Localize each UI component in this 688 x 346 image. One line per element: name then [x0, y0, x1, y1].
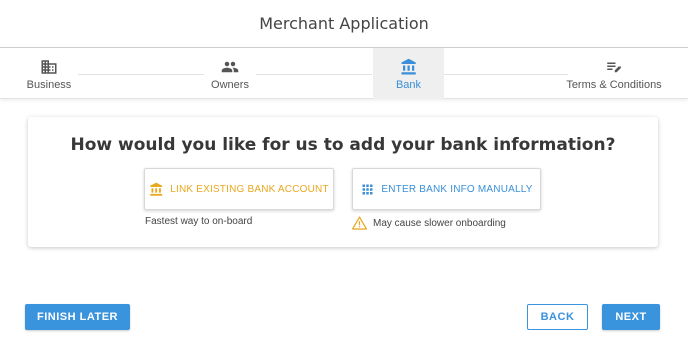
back-button[interactable]: BACK	[527, 304, 588, 330]
bank-icon	[150, 182, 163, 196]
bank-method-card: How would you like for us to add your ba…	[28, 117, 658, 247]
step-label: Terms & Conditions	[566, 79, 662, 91]
page-title: Merchant Application	[259, 14, 429, 33]
enter-bank-info-manually-button[interactable]: ENTER BANK INFO MANUALLY	[352, 168, 541, 210]
finish-later-button[interactable]: FINISH LATER	[25, 304, 130, 330]
manual-option-hint: May cause slower onboarding	[352, 216, 506, 230]
hint-text: Fastest way to on-board	[145, 216, 253, 227]
step-connector	[78, 74, 204, 75]
option-label: LINK EXISTING BANK ACCOUNT	[170, 183, 329, 195]
link-existing-bank-account-button[interactable]: LINK EXISTING BANK ACCOUNT	[144, 168, 334, 210]
option-label: ENTER BANK INFO MANUALLY	[381, 183, 533, 195]
people-icon	[221, 61, 239, 73]
step-bank[interactable]: Bank	[373, 48, 444, 99]
step-label: Business	[26, 79, 72, 91]
bank-icon	[401, 58, 416, 75]
link-option-hint: Fastest way to on-board	[145, 216, 252, 227]
next-button[interactable]: NEXT	[602, 304, 660, 330]
step-owners[interactable]: Owners	[200, 48, 260, 99]
step-connector	[444, 74, 568, 75]
step-label: Owners	[211, 79, 249, 91]
hint-text: May cause slower onboarding	[373, 217, 506, 229]
step-connector	[256, 74, 372, 75]
step-business[interactable]: Business	[18, 48, 80, 99]
step-label: Bank	[395, 79, 422, 91]
edit-list-icon	[607, 62, 622, 73]
step-terms[interactable]: Terms & Conditions	[566, 48, 662, 99]
stepper: Business Owners Bank Terms & Conditions	[0, 47, 688, 99]
warning-icon	[352, 216, 367, 230]
keypad-icon	[362, 184, 373, 194]
building-icon	[41, 60, 57, 74]
card-question: How would you like for us to add your ba…	[70, 135, 616, 155]
